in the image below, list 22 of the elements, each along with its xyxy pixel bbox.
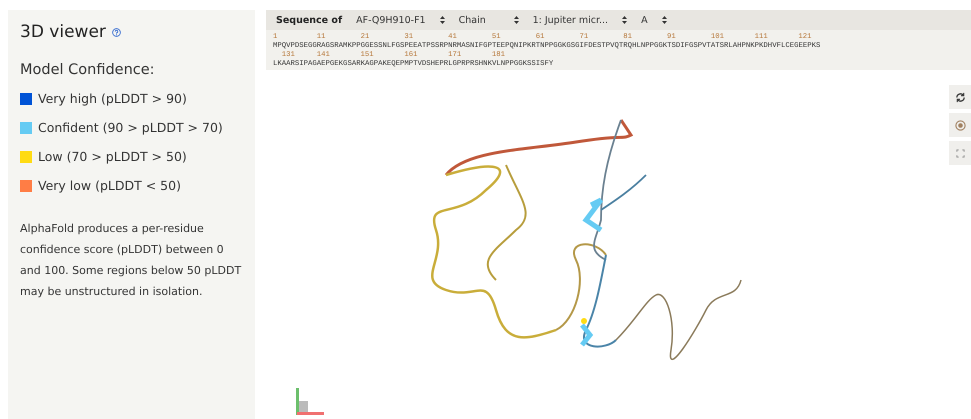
description-text: AlphaFold produces a per-residue confidence score (pLDDT) between 0 and 100. Some regions below 50 pLDDT may be unstructured in isolation.	[20, 221, 242, 300]
help-icon[interactable]	[112, 28, 121, 36]
legend-label: Low (70 > pLDDT > 50)	[38, 149, 187, 164]
legend-label: Very high (pLDDT > 90)	[38, 91, 187, 106]
target-icon	[954, 120, 966, 130]
axes-icon	[295, 385, 325, 417]
select-dropdown[interactable]: Chain	[458, 14, 519, 26]
select-dropdown[interactable]: A	[641, 14, 667, 26]
select-dropdown[interactable]: 1: Jupiter micr...	[532, 14, 628, 26]
legend-label: Very low (pLDDT < 50)	[38, 178, 181, 193]
fullscreen-icon	[956, 148, 964, 158]
panel-title: 3D viewer	[20, 22, 106, 42]
sort-caret-icon	[662, 16, 667, 24]
sort-caret-icon	[622, 16, 628, 24]
legend-title: Model Confidence:	[20, 62, 156, 78]
sort-caret-icon	[440, 16, 445, 24]
sort-caret-icon	[514, 16, 519, 24]
sequence-label: Sequence of	[276, 14, 342, 26]
select-dropdown[interactable]: AF-Q9H910-F1	[356, 14, 445, 26]
refresh-icon	[954, 92, 966, 102]
legend-label: Confident (90 > pLDDT > 70)	[38, 120, 223, 135]
spin-button[interactable]	[949, 85, 971, 109]
